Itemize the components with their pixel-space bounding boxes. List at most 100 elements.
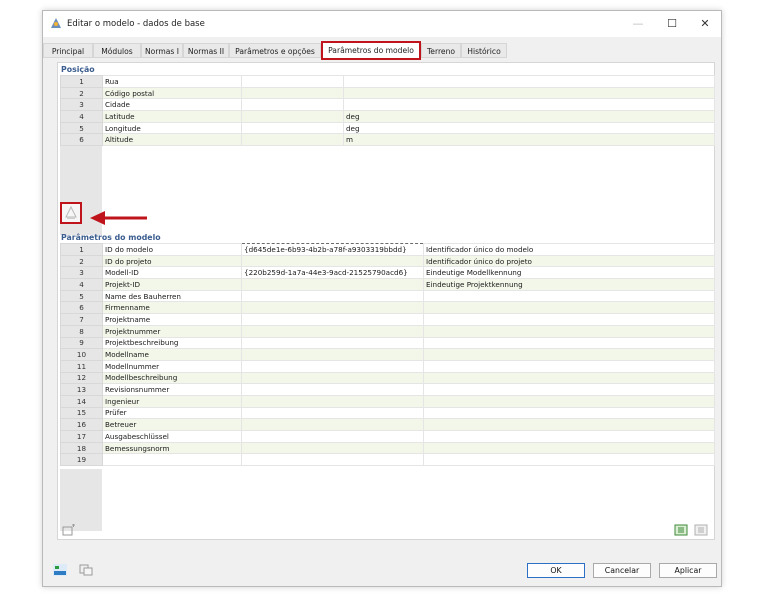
- param-name[interactable]: Modellname: [102, 348, 242, 361]
- table-row[interactable]: 5 Longitude deg: [60, 121, 715, 135]
- param-value[interactable]: [241, 383, 424, 396]
- tab-normas-1[interactable]: Normas I: [141, 43, 183, 58]
- tab-historico[interactable]: Histórico: [461, 43, 507, 58]
- param-value[interactable]: [241, 394, 424, 408]
- table-row[interactable]: 2 ID do projeto Identificador único do p…: [60, 254, 715, 268]
- param-name[interactable]: Projektbeschreibung: [102, 336, 242, 350]
- param-value[interactable]: [241, 441, 424, 455]
- param-value[interactable]: [241, 371, 424, 385]
- param-name[interactable]: Longitude: [102, 121, 242, 135]
- param-name[interactable]: Projektname: [102, 313, 242, 326]
- param-name[interactable]: Bemessungsnorm: [102, 441, 242, 455]
- table-row[interactable]: 7 Projektname: [60, 313, 715, 326]
- table-row[interactable]: 15 Prüfer: [60, 406, 715, 420]
- dialog-button-bar: OK Cancelar Aplicar: [43, 557, 721, 587]
- param-value[interactable]: [241, 348, 424, 361]
- table-row[interactable]: 3 Modell-ID {220b259d-1a7a-44e3-9acd-215…: [60, 266, 715, 280]
- export-icon[interactable]: [674, 524, 688, 536]
- tab-parametros-modelo[interactable]: Parâmetros do modelo: [321, 41, 421, 60]
- param-value[interactable]: [241, 289, 424, 303]
- param-value[interactable]: [241, 359, 424, 373]
- table-row[interactable]: 18 Bemessungsnorm: [60, 441, 715, 455]
- table-row[interactable]: 4 Projekt-ID Eindeutige Projektkennung: [60, 278, 715, 291]
- table-row[interactable]: 8 Projektnummer: [60, 324, 715, 338]
- table-row[interactable]: 1 ID do modelo {d645de1e-6b93-4b2b-a78f-…: [60, 243, 715, 256]
- param-name[interactable]: Cidade: [102, 98, 242, 112]
- param-description: [423, 359, 715, 373]
- param-name[interactable]: Prüfer: [102, 406, 242, 420]
- table-row[interactable]: 14 Ingenieur: [60, 394, 715, 408]
- tab-modulos[interactable]: Módulos: [93, 43, 141, 58]
- table-row[interactable]: 17 Ausgabeschlüssel: [60, 430, 715, 443]
- param-value[interactable]: [241, 336, 424, 350]
- param-value[interactable]: [241, 86, 344, 100]
- param-value[interactable]: [241, 453, 424, 467]
- param-name[interactable]: [102, 453, 242, 467]
- row-number: 11: [60, 359, 103, 373]
- param-name[interactable]: Altitude: [102, 133, 242, 147]
- param-value[interactable]: [241, 98, 344, 112]
- table-row[interactable]: 13 Revisionsnummer: [60, 383, 715, 396]
- apply-button[interactable]: Aplicar: [659, 563, 717, 578]
- units-icon[interactable]: [53, 564, 67, 576]
- minimize-button[interactable]: —: [621, 11, 655, 37]
- table-row[interactable]: 3 Cidade: [60, 98, 715, 112]
- param-name[interactable]: Firmenname: [102, 301, 242, 315]
- param-value[interactable]: {d645de1e-6b93-4b2b-a78f-a9303319bbdd}: [241, 243, 424, 256]
- tab-normas-2[interactable]: Normas II: [183, 43, 229, 58]
- table-row[interactable]: 2 Código postal: [60, 86, 715, 100]
- param-value[interactable]: [241, 324, 424, 338]
- table-row[interactable]: 1 Rua: [60, 75, 715, 88]
- param-value[interactable]: [241, 121, 344, 135]
- table-row[interactable]: 4 Latitude deg: [60, 110, 715, 123]
- param-name[interactable]: Revisionsnummer: [102, 383, 242, 396]
- param-name[interactable]: Betreuer: [102, 418, 242, 431]
- param-value[interactable]: [241, 110, 344, 123]
- param-value[interactable]: [241, 313, 424, 326]
- cancel-button[interactable]: Cancelar: [593, 563, 651, 578]
- row-number: 13: [60, 383, 103, 396]
- param-value[interactable]: {220b259d-1a7a-44e3-9acd-21525790acd6}: [241, 266, 424, 280]
- copy-icon[interactable]: [79, 564, 93, 576]
- param-name[interactable]: Rua: [102, 75, 242, 88]
- table-row[interactable]: 6 Firmenname: [60, 301, 715, 315]
- param-name[interactable]: Modellbeschreibung: [102, 371, 242, 385]
- param-value[interactable]: [241, 133, 344, 147]
- maximize-button[interactable]: ☐: [655, 11, 689, 37]
- param-name[interactable]: ID do modelo: [102, 243, 242, 256]
- param-name[interactable]: Ingenieur: [102, 394, 242, 408]
- param-name[interactable]: Name des Bauherren: [102, 289, 242, 303]
- param-name[interactable]: Modellnummer: [102, 359, 242, 373]
- close-button[interactable]: ✕: [688, 11, 722, 37]
- tab-terreno[interactable]: Terreno: [421, 43, 461, 58]
- param-value[interactable]: [241, 430, 424, 443]
- add-param-icon[interactable]: [62, 524, 76, 536]
- param-value[interactable]: [241, 418, 424, 431]
- table-row[interactable]: 9 Projektbeschreibung: [60, 336, 715, 350]
- import-icon[interactable]: [694, 524, 708, 536]
- param-name[interactable]: Código postal: [102, 86, 242, 100]
- ok-button[interactable]: OK: [527, 563, 585, 578]
- param-name[interactable]: ID do projeto: [102, 254, 242, 268]
- table-row[interactable]: 19: [60, 453, 715, 467]
- table-row[interactable]: 6 Altitude m: [60, 133, 715, 147]
- position-import-button[interactable]: [60, 202, 82, 224]
- param-value[interactable]: [241, 254, 424, 268]
- table-row[interactable]: 11 Modellnummer: [60, 359, 715, 373]
- param-name[interactable]: Modell-ID: [102, 266, 242, 280]
- param-name[interactable]: Ausgabeschlüssel: [102, 430, 242, 443]
- param-value[interactable]: [241, 406, 424, 420]
- param-name[interactable]: Latitude: [102, 110, 242, 123]
- param-value[interactable]: [241, 75, 344, 88]
- param-value[interactable]: [241, 278, 424, 291]
- tab-principal[interactable]: Principal: [43, 43, 93, 58]
- param-name[interactable]: Projekt-ID: [102, 278, 242, 291]
- table-row[interactable]: 16 Betreuer: [60, 418, 715, 431]
- table-row[interactable]: 10 Modellname: [60, 348, 715, 361]
- param-value[interactable]: [241, 301, 424, 315]
- tab-parametros-opcoes[interactable]: Parâmetros e opções: [229, 43, 321, 58]
- table-row[interactable]: 12 Modellbeschreibung: [60, 371, 715, 385]
- param-description: [423, 336, 715, 350]
- param-name[interactable]: Projektnummer: [102, 324, 242, 338]
- table-row[interactable]: 5 Name des Bauherren: [60, 289, 715, 303]
